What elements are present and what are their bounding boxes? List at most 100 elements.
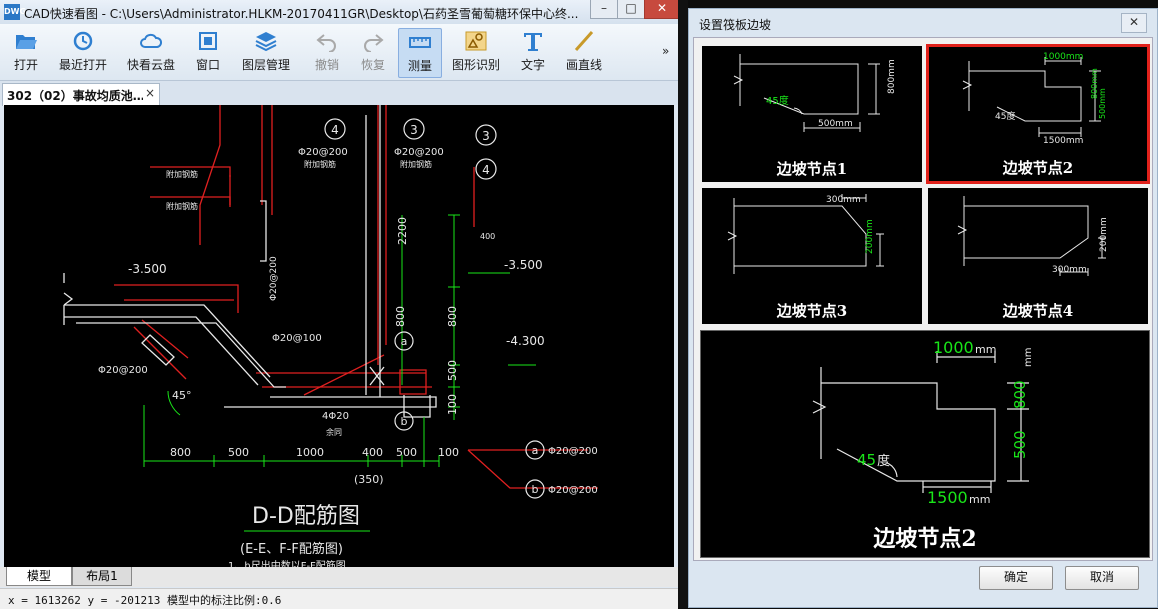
vertical-dim: 800: [394, 306, 407, 327]
horizontal-dim: 400: [362, 446, 383, 459]
redo-label: 恢复: [360, 58, 385, 72]
redo-icon: [364, 34, 384, 52]
elevation-label: -4.300: [506, 334, 545, 348]
recent-open-button[interactable]: 最近打开: [54, 28, 112, 76]
rebar-callout: Φ20@200: [298, 147, 348, 158]
rebar-callout: Φ20@200: [98, 365, 148, 376]
node-dim: 200mm: [865, 219, 875, 254]
recent-open-label: 最近打开: [58, 58, 107, 72]
callout-label: a: [401, 335, 408, 348]
horizontal-dim: 100: [438, 446, 459, 459]
cancel-button[interactable]: 取消: [1065, 566, 1139, 590]
draw-line-button[interactable]: 画直线: [562, 28, 606, 76]
node-dim: 300mm: [826, 195, 861, 205]
node-dim: 500mm: [1098, 88, 1107, 119]
app-logo-icon: DWG: [4, 4, 26, 20]
node-dim: 1500mm: [1043, 136, 1083, 146]
slope-node-4-option[interactable]: 200mm 300mm 边坡节点4: [926, 186, 1150, 326]
document-tab-strip: 302（02）事故均质池… ×: [0, 81, 678, 106]
toolbar: 打开 最近打开 快看云盘 窗口 图层管理 撤销 恢复 测量 图形识别 文字 画直…: [0, 24, 678, 81]
slope-node-3-diagram: 300mm 200mm: [727, 194, 884, 274]
undo-icon: [316, 34, 336, 52]
callout-label: 3: [410, 123, 418, 137]
node-dim: 1000mm: [1043, 52, 1083, 62]
node-dim: 500mm: [818, 119, 853, 129]
callout-label: a: [532, 444, 539, 457]
rebar-callout: 4Φ20: [322, 411, 349, 422]
open-button[interactable]: 打开: [4, 28, 48, 76]
text-button[interactable]: 文字: [516, 28, 550, 76]
rebar-note: 余同: [326, 427, 342, 437]
cloud-drive-button[interactable]: 快看云盘: [122, 28, 180, 76]
window-title: CAD快速看图 - C:\Users\Administrator.HLKM-20…: [24, 7, 579, 21]
dialog-body: 800mm 500mm 45度 边坡节点1 1000mm 800mm 500mm…: [693, 37, 1153, 561]
horizontal-dim: 500: [396, 446, 417, 459]
callout-label: 4: [331, 123, 339, 137]
recent-clock-icon: [73, 31, 93, 51]
layer-manager-button[interactable]: 图层管理: [238, 28, 294, 76]
undo-button[interactable]: 撤销: [310, 28, 344, 76]
slope-node-2-diagram: 1000mm 800mm 500mm 45度 1500mm: [962, 52, 1107, 146]
node-dim: 200mm: [1099, 217, 1109, 252]
node-angle: 45度: [766, 94, 789, 107]
ok-button[interactable]: 确定: [979, 566, 1053, 590]
drawing-canvas[interactable]: 4 3 3 4 a b a b Φ20@200 Φ20@200 附加钢筋 附加钢…: [4, 105, 674, 567]
preview-dim-unit: mm: [1023, 348, 1034, 367]
status-bar: x = 1613262 y = -201213 模型中的标注比例:0.6: [0, 588, 678, 609]
text-t-icon: [524, 33, 542, 51]
rebar-callout: Φ20@200: [548, 446, 598, 457]
window-label: 窗口: [195, 58, 220, 72]
slope-node-2-option[interactable]: 1000mm 800mm 500mm 45度 1500mm 边坡节点2: [926, 44, 1150, 184]
minimize-button[interactable]: –: [590, 0, 618, 19]
preview-dim-right-lower: 500: [1011, 430, 1029, 459]
drawing-note: 1、h尺出中数以F-F配筋图: [228, 559, 346, 567]
angle-label: 45°: [172, 389, 192, 402]
preview-dim-top: 1000: [933, 338, 974, 357]
slope-node-3-option[interactable]: 300mm 200mm 边坡节点3: [700, 186, 924, 326]
slope-node-4-diagram: 200mm 300mm: [957, 196, 1109, 276]
cad-window: DWG CAD快速看图 - C:\Users\Administrator.HLK…: [0, 0, 680, 609]
document-tab[interactable]: 302（02）事故均质池… ×: [2, 83, 160, 106]
preview-dim-bottom: 1500: [927, 488, 968, 507]
document-tab-close-icon[interactable]: ×: [145, 86, 155, 100]
rebar-note: 附加钢筋: [166, 169, 198, 179]
rebar-callout: Φ20@200: [548, 485, 598, 496]
shape-recognition-label: 图形识别: [451, 58, 500, 72]
callout-circles: [324, 118, 545, 499]
window-icon: [199, 32, 217, 50]
horizontal-dim: (350): [354, 473, 384, 486]
undo-label: 撤销: [314, 58, 339, 72]
maximize-button[interactable]: □: [617, 0, 645, 19]
elevation-label: -3.500: [128, 262, 167, 276]
cloud-drive-label: 快看云盘: [126, 58, 175, 72]
drawing-title: D-D配筋图: [252, 504, 360, 529]
close-window-button[interactable]: ✕: [644, 0, 680, 19]
measure-label: 测量: [407, 59, 432, 73]
tab-layout1[interactable]: 布局1: [72, 567, 132, 586]
dialog-close-button[interactable]: ✕: [1121, 13, 1147, 33]
vertical-dim: 2200: [396, 217, 409, 245]
layer-manager-label: 图层管理: [241, 58, 290, 72]
preview-angle: 45: [857, 451, 876, 469]
toolbar-overflow-button[interactable]: »: [662, 44, 669, 58]
title-bar: DWG CAD快速看图 - C:\Users\Administrator.HLK…: [0, 0, 680, 24]
redo-button[interactable]: 恢复: [356, 28, 390, 76]
background-drawing-strip: [678, 0, 688, 608]
tab-model[interactable]: 模型: [6, 567, 72, 586]
measure-ruler-icon: [409, 37, 431, 48]
slope-node-1-option[interactable]: 800mm 500mm 45度 边坡节点1: [700, 44, 924, 184]
shape-recognition-button[interactable]: 图形识别: [448, 28, 504, 76]
measure-button[interactable]: 测量: [398, 28, 442, 78]
rebar-callout: Φ20@200: [269, 256, 279, 301]
callout-label: 3: [482, 129, 490, 143]
rebar-note: 附加钢筋: [166, 201, 198, 211]
callout-label: b: [532, 483, 539, 496]
shape-recognition-icon: [465, 31, 487, 51]
coordinate-status: x = 1613262 y = -201213 模型中的标注比例:0.6: [8, 594, 282, 607]
layout-tab-bar: 模型 布局1: [0, 567, 678, 587]
text-label: 文字: [520, 58, 545, 72]
horizontal-dim: 1000: [296, 446, 324, 459]
preview-angle-unit: 度: [877, 453, 890, 469]
window-button[interactable]: 窗口: [190, 28, 226, 76]
cloud-icon: [140, 33, 163, 48]
